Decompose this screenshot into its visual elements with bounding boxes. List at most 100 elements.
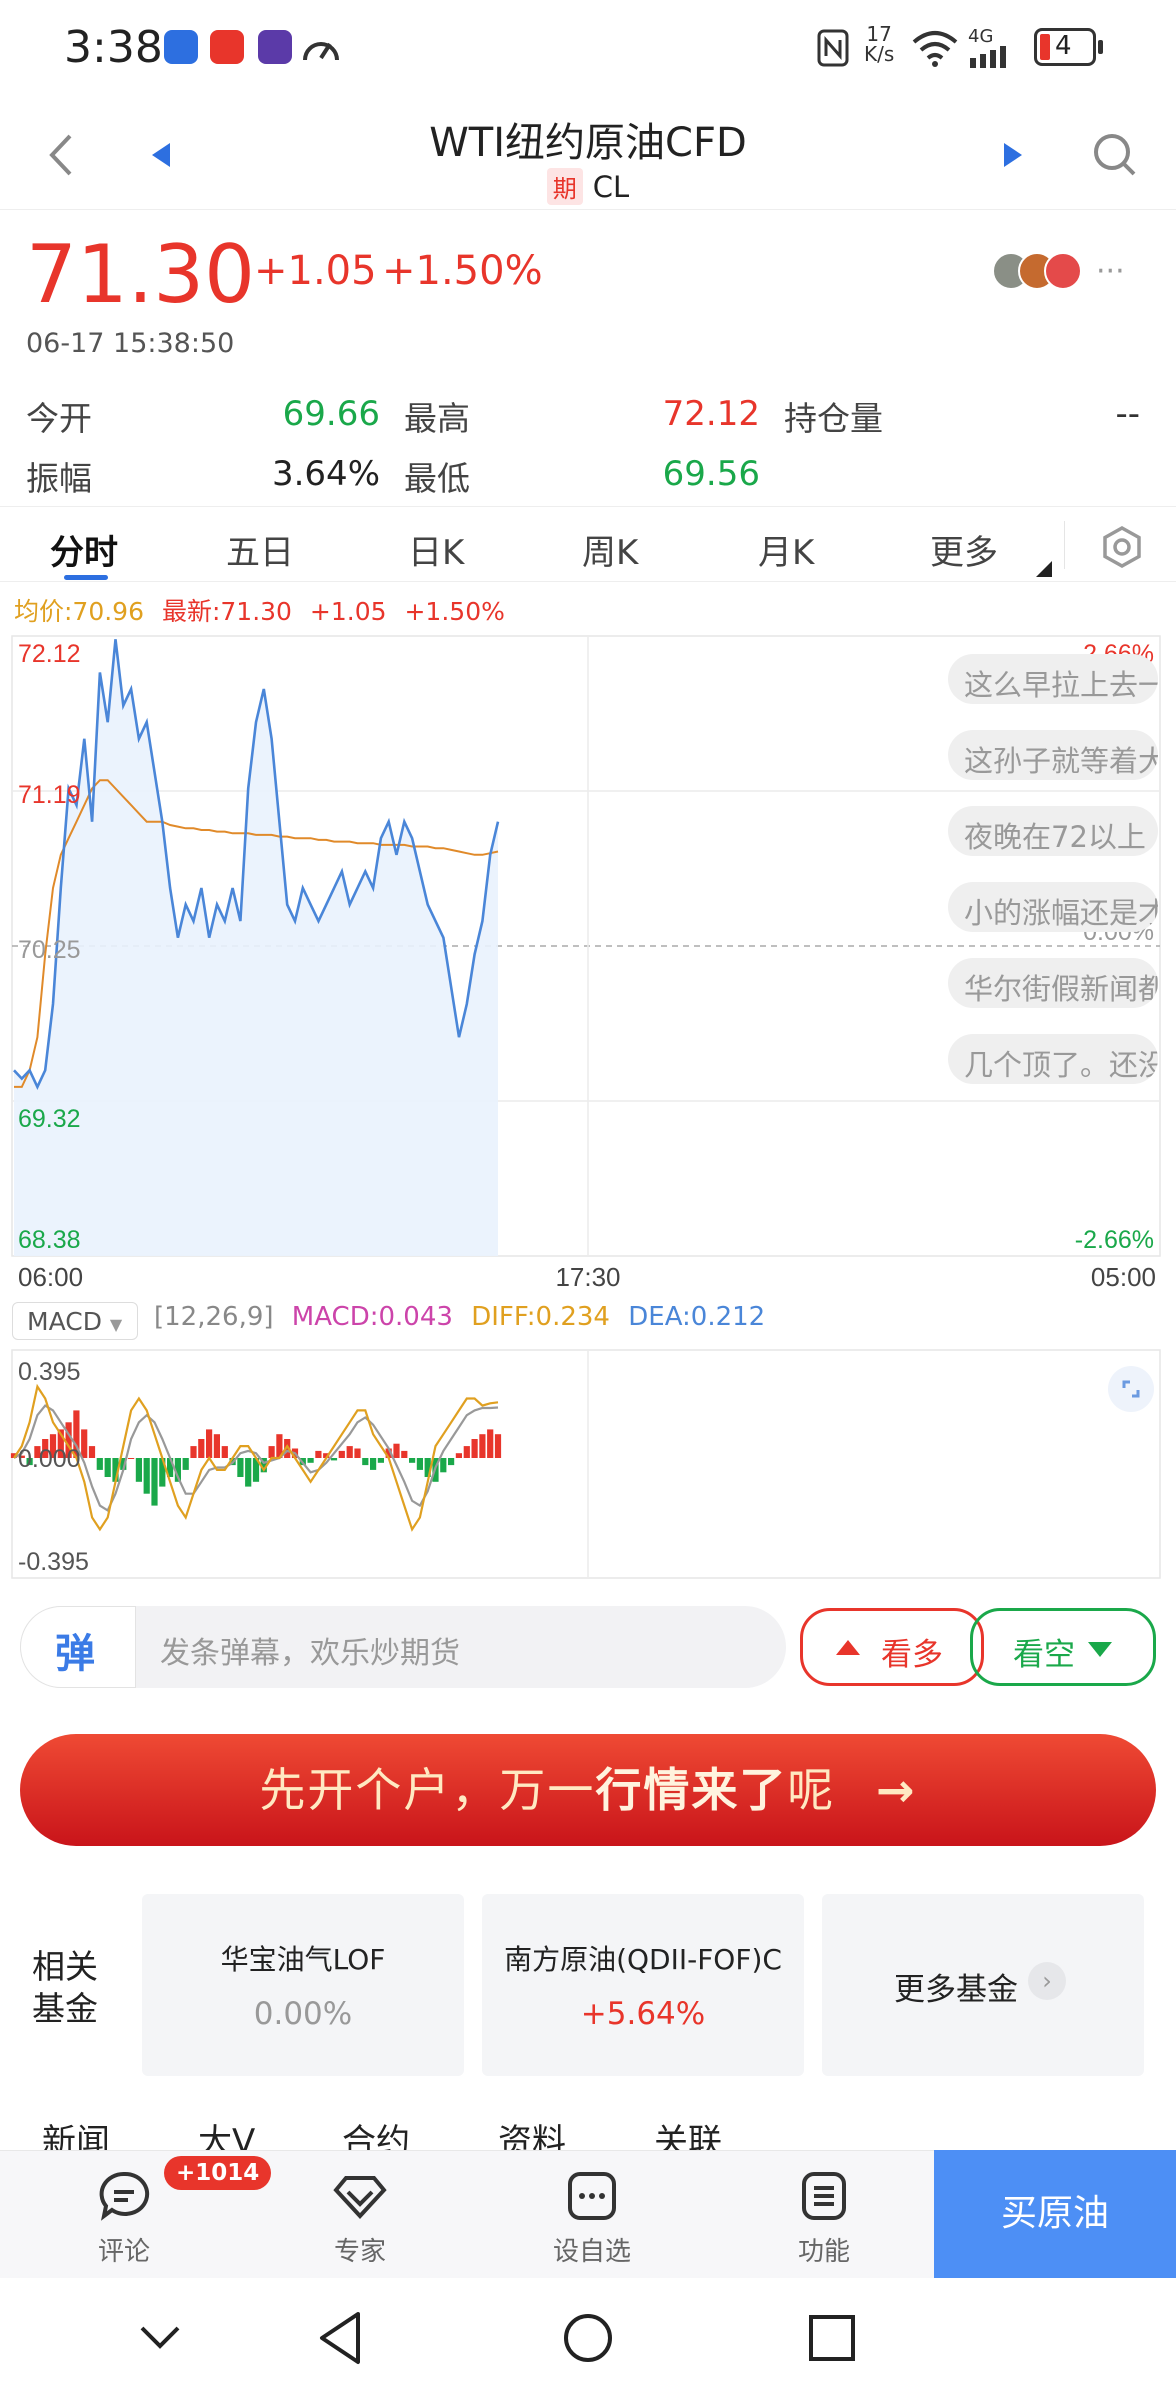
- app-notification-icon: [258, 30, 292, 64]
- danmu-bubble[interactable]: 夜晚在72以上: [948, 806, 1158, 856]
- system-navigation: [0, 2278, 1176, 2400]
- tab-monthly-k[interactable]: 月K: [758, 525, 814, 574]
- net-speed: 17 K/s: [864, 24, 894, 64]
- instrument-symbol: CL: [592, 170, 630, 204]
- legend-change-pct: +1.50%: [404, 597, 505, 626]
- fund-name: 华宝油气LOF: [220, 1943, 386, 1976]
- danmu-bubble[interactable]: 华尔街假新闻都: [948, 958, 1158, 1008]
- chart-tabs: 分时 五日 日K 周K 月K 更多: [0, 506, 1176, 582]
- back-triangle-icon[interactable]: [316, 2308, 366, 2368]
- futures-tag: 期: [546, 168, 583, 205]
- danmu-bubble[interactable]: 这孙子就等着大: [948, 730, 1158, 780]
- macd-bar: [213, 1434, 220, 1458]
- more-funds-button[interactable]: 更多基金 ›: [822, 1894, 1144, 2076]
- arrow-right-icon: →: [876, 1763, 917, 1817]
- danmu-bubble[interactable]: 几个顶了。还没: [948, 1034, 1158, 1084]
- macd-bar: [440, 1458, 447, 1473]
- high-label: 最高: [404, 399, 470, 438]
- net-speed-value: 17: [866, 22, 892, 46]
- app-notification-icon: [210, 30, 244, 64]
- dropdown-corner-icon: [1036, 561, 1052, 577]
- buy-button[interactable]: 买原油: [934, 2150, 1176, 2278]
- macd-bar: [409, 1458, 416, 1463]
- x-tick-label: 06:00: [18, 1262, 83, 1290]
- macd-value: MACD:0.043: [291, 1302, 453, 1332]
- macd-bar: [479, 1434, 486, 1458]
- expert-button[interactable]: 专家: [300, 2160, 420, 2268]
- related-funds-label-line: 基金: [32, 1989, 98, 2028]
- danmu-toggle[interactable]: 弹: [20, 1606, 136, 1688]
- status-time: 3:38: [64, 22, 163, 73]
- recents-icon[interactable]: [806, 2312, 858, 2364]
- macd-bar: [448, 1458, 455, 1466]
- open-account-banner[interactable]: 先开个户，万一行情来了呢 →: [20, 1734, 1156, 1846]
- fund-change: 0.00%: [253, 1996, 353, 2032]
- bullish-button[interactable]: 看多: [800, 1608, 984, 1686]
- last-price: 71.30: [26, 228, 256, 321]
- open-value: 69.66: [282, 394, 380, 434]
- tab-intraday[interactable]: 分时: [50, 525, 118, 574]
- bearish-button[interactable]: 看空: [970, 1608, 1156, 1686]
- open-interest-label: 持仓量: [784, 399, 883, 438]
- bullish-label: 看多: [881, 1637, 943, 1673]
- macd-chart[interactable]: 0.395 0.000 -0.395: [0, 1346, 1176, 1582]
- add-watchlist-label: 设自选: [552, 2237, 631, 2267]
- banner-text-emphasis: 行情来了: [595, 1763, 788, 1817]
- price-change-percent: +1.50%: [382, 248, 543, 294]
- fund-change: +5.64%: [580, 1996, 706, 2032]
- macd-bar: [370, 1458, 377, 1470]
- macd-bar: [494, 1434, 502, 1458]
- tab-five-day[interactable]: 五日: [226, 525, 294, 574]
- more-icon[interactable]: ···: [1096, 254, 1125, 289]
- low-label: 最低: [404, 459, 470, 498]
- tab-more[interactable]: 更多: [930, 525, 998, 574]
- danmu-bubble[interactable]: 小的涨幅还是才: [948, 882, 1158, 932]
- search-icon[interactable]: [1092, 132, 1138, 178]
- expert-label: 专家: [333, 2237, 386, 2267]
- battery-level: 4: [1055, 31, 1072, 61]
- macd-bar: [96, 1458, 103, 1470]
- y-tick-label: -0.395: [18, 1548, 89, 1576]
- macd-bar: [151, 1458, 158, 1506]
- x-tick-label: 17:30: [555, 1262, 620, 1290]
- fund-name: 南方原油(QDII-FOF)C: [504, 1943, 782, 1976]
- home-icon[interactable]: [562, 2312, 614, 2364]
- more-funds-label: 更多基金: [894, 1972, 1018, 2008]
- tab-weekly-k[interactable]: 周K: [582, 525, 638, 574]
- quote-time: 06-17 15:38:50: [26, 328, 235, 359]
- danmu-bubble[interactable]: 这么早拉上去一: [948, 654, 1158, 704]
- macd-bar: [401, 1450, 408, 1458]
- macd-bar: [237, 1458, 244, 1477]
- macd-bar: [143, 1458, 150, 1494]
- menu-list-icon: [802, 2172, 846, 2220]
- fund-card[interactable]: 南方原油(QDII-FOF)C +5.64%: [482, 1894, 804, 2076]
- chart-settings-icon[interactable]: [1100, 525, 1144, 569]
- battery-icon: 4: [1034, 28, 1096, 66]
- cloud-up-icon: [836, 1640, 860, 1655]
- arrow-down-icon: [1088, 1642, 1112, 1657]
- macd-bar: [377, 1458, 384, 1463]
- macd-bar: [198, 1439, 205, 1458]
- macd-bar: [463, 1446, 470, 1458]
- comment-icon: [99, 2171, 150, 2221]
- chevron-right-icon: ›: [1028, 1962, 1066, 2000]
- nav-bar: WTI纽约原油CFD 期 CL: [0, 100, 1176, 210]
- next-instrument-icon[interactable]: [998, 140, 1026, 170]
- tab-daily-k[interactable]: 日K: [408, 525, 464, 574]
- collapse-icon[interactable]: [138, 2318, 182, 2358]
- macd-bar: [104, 1458, 111, 1477]
- macd-bar: [81, 1429, 88, 1458]
- functions-button[interactable]: 功能: [764, 2160, 884, 2268]
- legend-avg: 均价:70.96: [14, 597, 144, 626]
- danmu-icon: 弹: [55, 1631, 95, 1677]
- price-change: +1.05: [254, 248, 377, 294]
- fund-card[interactable]: 华宝油气LOF 0.00%: [142, 1894, 464, 2076]
- app-notification-icon: [164, 30, 198, 64]
- macd-bar: [88, 1446, 96, 1458]
- indicator-select[interactable]: MACD ▼: [12, 1302, 138, 1340]
- diff-value: DIFF:0.234: [471, 1302, 610, 1332]
- macd-bar: [268, 1446, 275, 1458]
- y-tick-label-pct: -2.66%: [1075, 1226, 1154, 1254]
- add-watchlist-button[interactable]: 设自选: [532, 2160, 652, 2268]
- instrument-code: 期 CL: [0, 168, 1176, 205]
